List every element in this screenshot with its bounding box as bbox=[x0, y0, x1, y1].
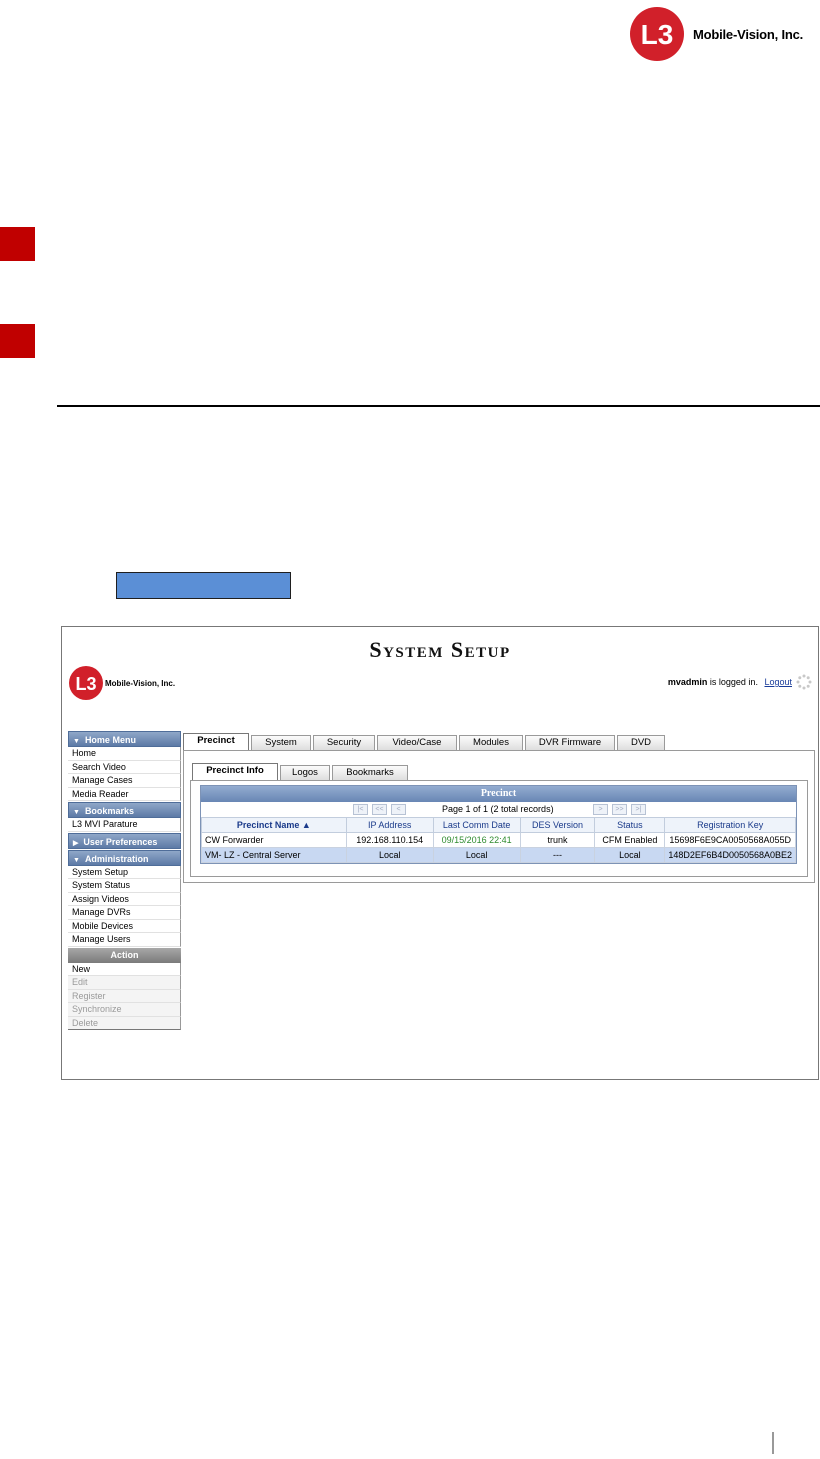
precinct-table: Precinct |< << < Page 1 of 1 (2 total re… bbox=[200, 785, 797, 864]
sidebar-item-home[interactable]: Home bbox=[68, 747, 181, 761]
column-header-status[interactable]: Status bbox=[594, 817, 666, 833]
prev-page-button[interactable]: < bbox=[391, 804, 406, 815]
next-block-button[interactable]: >> bbox=[612, 804, 627, 815]
section-marker-red bbox=[0, 324, 35, 358]
company-name: Mobile-Vision, Inc. bbox=[693, 26, 804, 42]
pager: |< << < Page 1 of 1 (2 total records) > … bbox=[201, 802, 796, 817]
subtab-panel: Precinct |< << < Page 1 of 1 (2 total re… bbox=[190, 780, 808, 877]
pager-text: Page 1 of 1 (2 total records) bbox=[442, 804, 554, 814]
sidebar-item-l3-mvi-parature[interactable]: L3 MVI Parature bbox=[68, 818, 181, 832]
tab-precinct[interactable]: Precinct bbox=[183, 733, 249, 750]
prev-block-button[interactable]: << bbox=[372, 804, 387, 815]
action-header: Action bbox=[68, 947, 181, 963]
app-logo: L3 Mobile-Vision, Inc. bbox=[68, 665, 175, 701]
svg-text:L3: L3 bbox=[641, 19, 674, 50]
sidebar-section-user-preferences[interactable]: ▶ User Preferences bbox=[68, 832, 181, 849]
tab-dvr-firmware[interactable]: DVR Firmware bbox=[525, 735, 615, 750]
cell-registration-key: 148D2EF6B4D0050568A0BE2 bbox=[664, 847, 796, 863]
sidebar-section-bookmarks[interactable]: ▼ Bookmarks bbox=[68, 802, 181, 818]
sub-tabs: Precinct Info Logos Bookmarks bbox=[192, 763, 410, 780]
action-edit[interactable]: Edit bbox=[68, 976, 181, 990]
cell-status: Local bbox=[594, 847, 666, 863]
sidebar-item-search-video[interactable]: Search Video bbox=[68, 760, 181, 774]
table-caption: Precinct bbox=[201, 786, 796, 802]
column-header-ip-address[interactable]: IP Address bbox=[345, 817, 434, 833]
sidebar: ▼ Home Menu Home Search Video Manage Case… bbox=[68, 730, 181, 1030]
main-tabs: Precinct System Security Video/Case Modu… bbox=[183, 733, 667, 750]
last-page-button[interactable]: >| bbox=[631, 804, 646, 815]
column-header-registration-key[interactable]: Registration Key bbox=[664, 817, 796, 833]
sidebar-item-manage-dvrs[interactable]: Manage DVRs bbox=[68, 906, 181, 920]
first-page-button[interactable]: |< bbox=[353, 804, 368, 815]
pager-back-buttons: |< << < bbox=[353, 804, 410, 815]
collapse-arrow-icon: ▼ bbox=[73, 856, 80, 864]
username: mvadmin bbox=[667, 677, 708, 687]
page-number-divider bbox=[772, 1432, 774, 1454]
action-delete[interactable]: Delete bbox=[68, 1016, 181, 1030]
table-row[interactable]: VM- LZ - Central Server Local Local --- … bbox=[201, 847, 796, 863]
subtab-logos[interactable]: Logos bbox=[280, 765, 330, 780]
table-header-row: Precinct Name ▲ IP Address Last Comm Dat… bbox=[201, 817, 796, 833]
subtab-precinct-info[interactable]: Precinct Info bbox=[192, 763, 278, 780]
action-new[interactable]: New bbox=[68, 962, 181, 976]
section-marker-red bbox=[0, 227, 35, 261]
cell-precinct-name: CW Forwarder bbox=[201, 832, 347, 848]
column-header-precinct-name[interactable]: Precinct Name ▲ bbox=[201, 817, 347, 833]
cell-des-version: --- bbox=[519, 847, 596, 863]
next-page-button[interactable]: > bbox=[593, 804, 608, 815]
cell-last-comm-date: 09/15/2016 22:41 bbox=[432, 832, 521, 848]
action-register[interactable]: Register bbox=[68, 989, 181, 1003]
l3-logo-icon: L3 bbox=[69, 666, 103, 700]
tab-security[interactable]: Security bbox=[313, 735, 375, 750]
login-suffix: is logged in. bbox=[709, 677, 758, 687]
sidebar-section-administration[interactable]: ▼ Administration bbox=[68, 849, 181, 866]
app-screenshot: System Setup L3 Mobile-Vision, Inc. mvad… bbox=[61, 626, 819, 1080]
highlight-bar bbox=[116, 572, 291, 599]
company-logo: L3 Mobile-Vision, Inc. bbox=[627, 6, 817, 62]
sidebar-item-system-setup[interactable]: System Setup bbox=[68, 865, 181, 879]
logout-link[interactable]: Logout bbox=[764, 677, 792, 687]
precinct-grid: Precinct Name ▲ IP Address Last Comm Dat… bbox=[201, 817, 796, 863]
tab-system[interactable]: System bbox=[251, 735, 311, 750]
app-brand: Mobile-Vision, Inc. bbox=[105, 678, 176, 688]
collapse-arrow-icon: ▼ bbox=[73, 738, 80, 745]
column-header-last-comm-date[interactable]: Last Comm Date bbox=[432, 817, 521, 833]
sidebar-item-assign-videos[interactable]: Assign Videos bbox=[68, 892, 181, 906]
svg-text:L3: L3 bbox=[75, 674, 96, 694]
sidebar-item-mobile-devices[interactable]: Mobile Devices bbox=[68, 919, 181, 933]
cell-ip-address: Local bbox=[345, 847, 434, 863]
loading-spinner-icon bbox=[796, 674, 812, 690]
sidebar-item-media-reader[interactable]: Media Reader bbox=[68, 787, 181, 801]
table-row[interactable]: CW Forwarder 192.168.110.154 09/15/2016 … bbox=[201, 832, 796, 848]
subtab-bookmarks[interactable]: Bookmarks bbox=[332, 765, 408, 780]
expand-arrow-icon: ▶ bbox=[73, 839, 79, 847]
horizontal-rule bbox=[57, 405, 820, 407]
tab-video-case[interactable]: Video/Case bbox=[377, 735, 457, 750]
cell-last-comm-date: Local bbox=[432, 847, 521, 863]
sidebar-item-manage-users[interactable]: Manage Users bbox=[68, 933, 181, 947]
column-header-des-version[interactable]: DES Version bbox=[519, 817, 596, 833]
cell-status: CFM Enabled bbox=[594, 832, 666, 848]
tab-panel: Precinct Info Logos Bookmarks Precinct |… bbox=[183, 750, 815, 883]
tab-modules[interactable]: Modules bbox=[459, 735, 523, 750]
cell-precinct-name: VM- LZ - Central Server bbox=[201, 847, 347, 863]
l3-logo-icon: L3 bbox=[630, 7, 684, 61]
cell-registration-key: 15698F6E9CA0050568A055D bbox=[664, 832, 796, 848]
sidebar-section-home-menu[interactable]: ▼ Home Menu bbox=[68, 731, 181, 747]
pager-forward-buttons: > >> >| bbox=[593, 804, 650, 815]
cell-des-version: trunk bbox=[519, 832, 596, 848]
cell-ip-address: 192.168.110.154 bbox=[345, 832, 434, 848]
collapse-arrow-icon: ▼ bbox=[73, 809, 80, 816]
sidebar-item-manage-cases[interactable]: Manage Cases bbox=[68, 774, 181, 788]
action-synchronize[interactable]: Synchronize bbox=[68, 1003, 181, 1017]
login-status: mvadmin is logged in. Logout bbox=[668, 677, 792, 687]
tab-dvd[interactable]: DVD bbox=[617, 735, 665, 750]
page-title: System Setup bbox=[369, 637, 511, 662]
sidebar-item-system-status[interactable]: System Status bbox=[68, 879, 181, 893]
